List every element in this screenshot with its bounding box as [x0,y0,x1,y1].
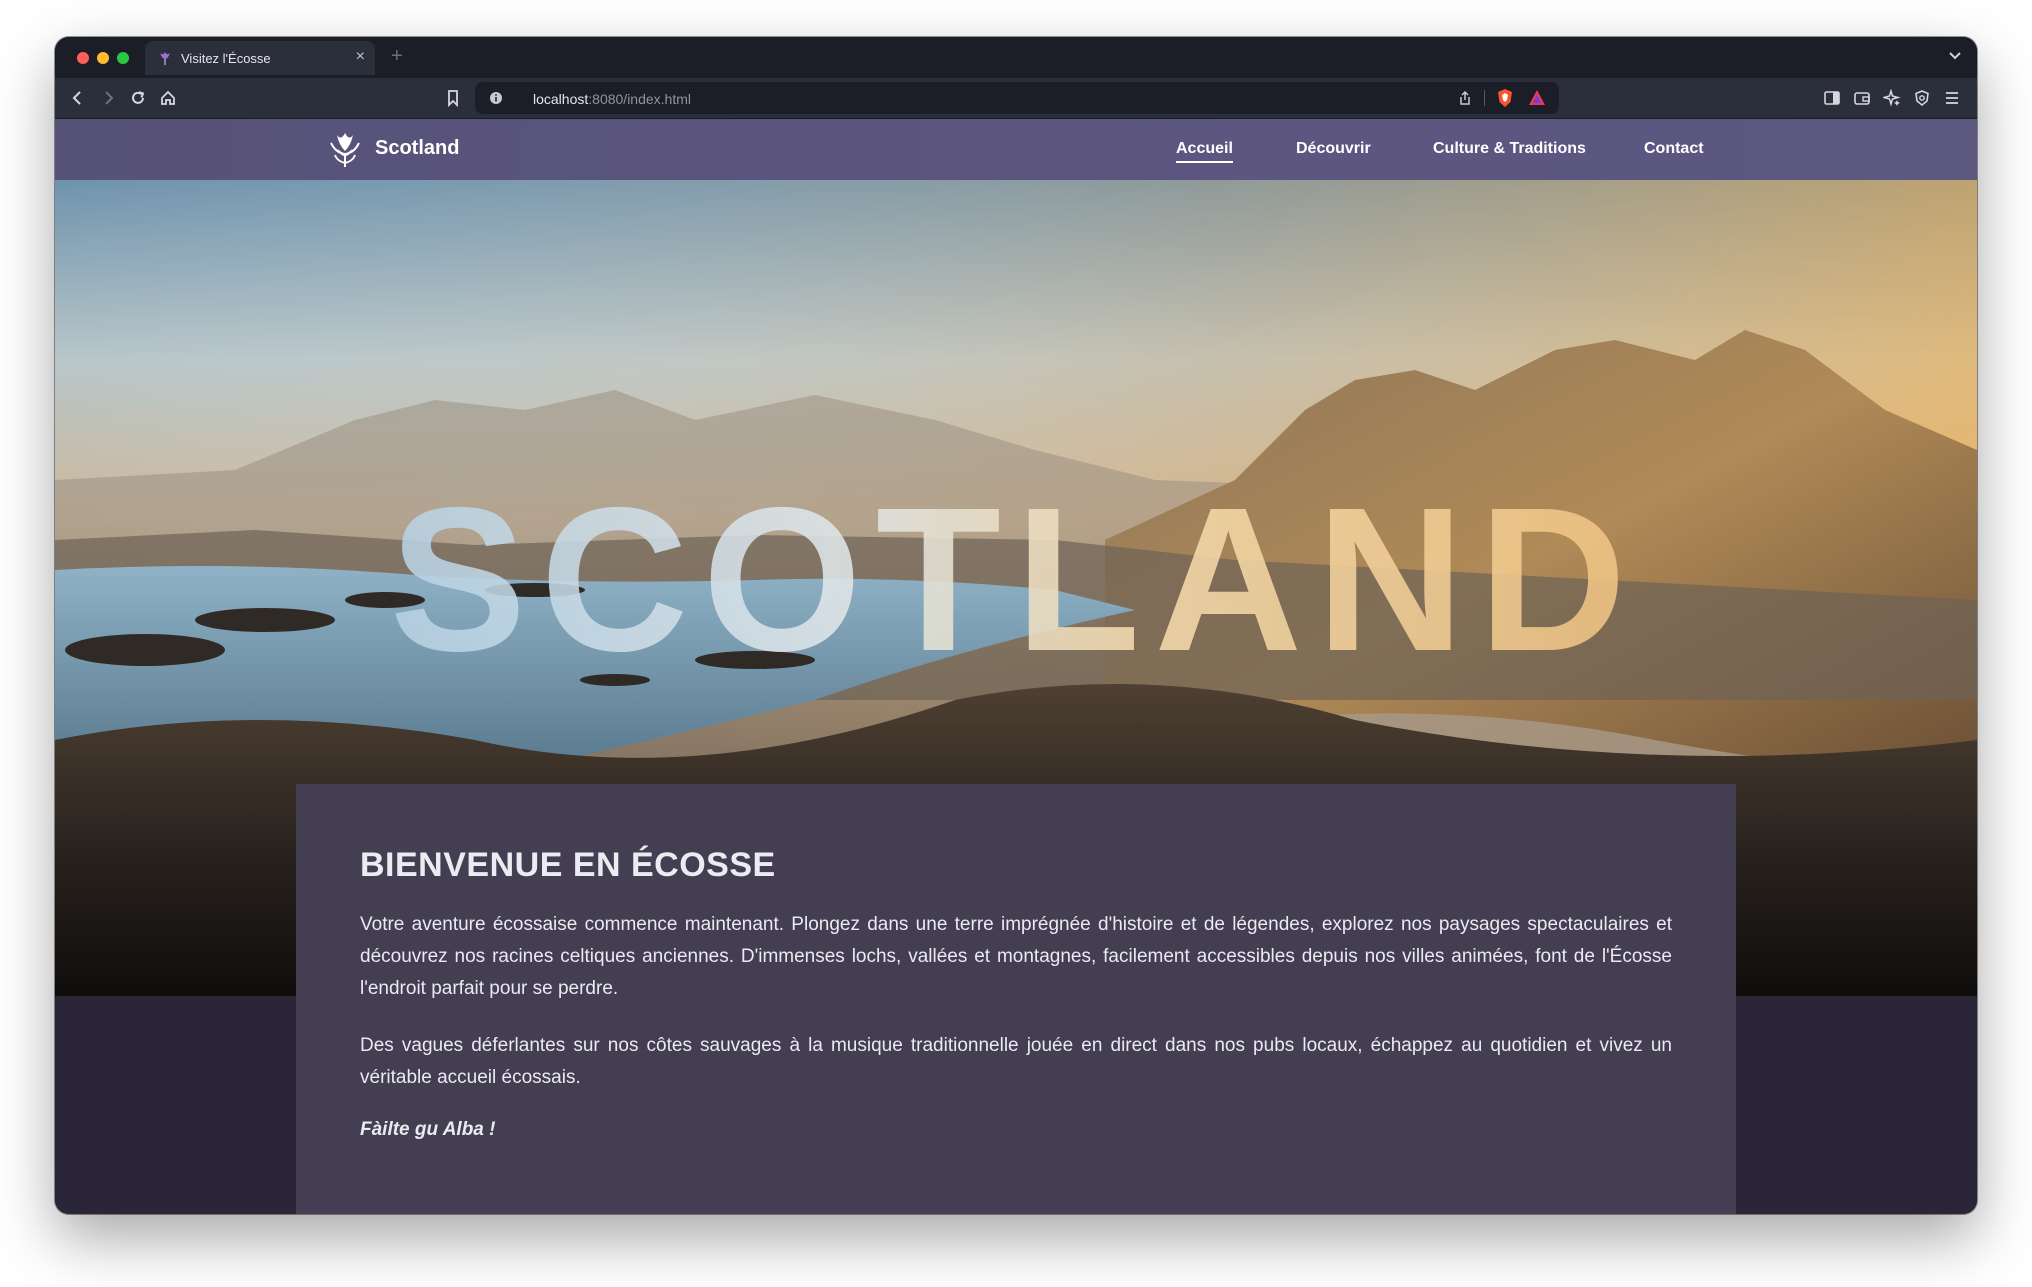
bookmark-icon[interactable] [444,89,462,107]
address-bar[interactable]: localhost:8080/index.html [475,82,1559,114]
tab-list-icon[interactable] [1947,47,1963,63]
tab-close-button[interactable]: × [356,48,365,66]
forward-icon[interactable] [99,89,117,107]
site-info-icon[interactable] [489,91,503,105]
url-path: :8080/index.html [588,91,691,107]
welcome-paragraph-2: Des vagues déferlantes sur nos côtes sau… [360,1035,1672,1088]
welcome-title: BIENVENUE EN ÉCOSSE [360,846,776,884]
welcome-greeting: Fàilte gu Alba ! [360,1119,496,1140]
home-icon[interactable] [159,89,177,107]
wallet-icon[interactable] [1853,89,1871,107]
nav-link-decouvrir[interactable]: Découvrir [1296,140,1371,158]
thistle-favicon-icon [160,52,170,65]
welcome-card: BIENVENUE EN ÉCOSSE Votre aventure écoss… [296,784,1736,1214]
reload-icon[interactable] [129,89,147,107]
brave-rewards-icon[interactable] [1527,88,1547,108]
window-minimize-button[interactable] [97,52,109,64]
back-icon[interactable] [69,89,87,107]
window-close-button[interactable] [77,52,89,64]
url-host: localhost [533,91,589,107]
hero-title: SCOTLAND [390,465,1641,694]
tab-bar: Visitez l'Écosse × + [55,37,1977,78]
browser-window: Visitez l'Écosse × + localhost:8080/inde… [55,37,1977,1214]
sidebar-icon[interactable] [1823,89,1841,107]
brand-name[interactable]: Scotland [375,137,459,160]
brave-shield-icon[interactable] [1495,88,1515,108]
window-maximize-button[interactable] [117,52,129,64]
browser-tab[interactable]: Visitez l'Écosse × [145,41,375,75]
nav-link-culture-traditions[interactable]: Culture & Traditions [1433,140,1586,158]
thistle-logo-icon[interactable] [327,129,363,169]
address-bar-divider [1484,90,1485,106]
menu-icon[interactable] [1943,89,1961,107]
new-tab-button[interactable]: + [391,45,403,68]
tab-title: Visitez l'Écosse [181,51,271,66]
leo-ai-icon[interactable] [1883,89,1901,107]
share-icon[interactable] [1457,90,1473,106]
welcome-paragraph-1: Votre aventure écossaise commence mainte… [360,914,1672,999]
browser-toolbar: localhost:8080/index.html [55,78,1977,119]
nav-link-contact[interactable]: Contact [1644,140,1704,158]
site-navbar: Scotland Accueil Découvrir Culture & Tra… [55,119,1977,180]
url-text: localhost:8080/index.html [533,91,691,107]
nav-link-accueil[interactable]: Accueil [1176,140,1233,163]
web-page: Scotland Accueil Découvrir Culture & Tra… [55,119,1977,1214]
vpn-icon[interactable] [1913,89,1931,107]
